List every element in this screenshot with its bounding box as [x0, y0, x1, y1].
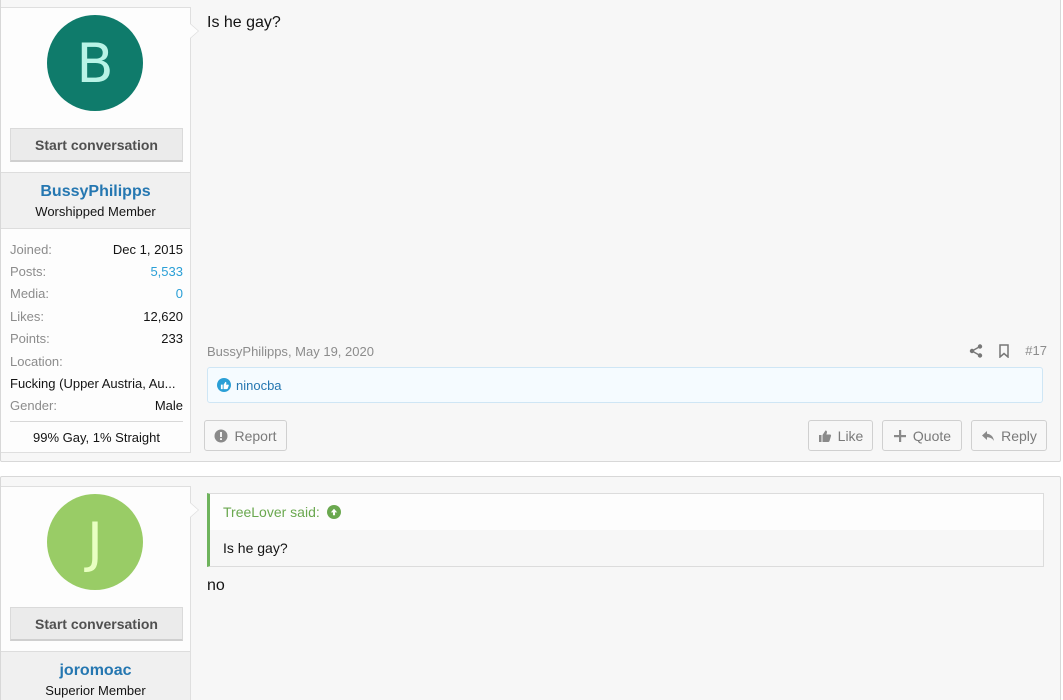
share-icon[interactable]: [969, 343, 983, 358]
stat-label: Likes:: [10, 308, 44, 324]
quote-button[interactable]: Quote: [882, 420, 962, 451]
start-conversation-button[interactable]: Start conversation: [10, 607, 183, 641]
user-title: Worshipped Member: [35, 204, 156, 219]
stat-label: Points:: [10, 331, 50, 347]
user-stats: Joined: Dec 1, 2015 Posts: 5,533 Media: …: [10, 238, 183, 445]
arrow-up-icon[interactable]: [326, 505, 341, 519]
user-info-panel: B Start conversation BussyPhilipps Worsh…: [1, 7, 199, 453]
post-number-link[interactable]: #17: [1025, 343, 1047, 358]
stat-likes: Likes: 12,620: [10, 305, 183, 327]
stat-posts: Posts: 5,533: [10, 260, 183, 282]
post-top-actions: #17: [969, 343, 1047, 358]
post-author-link[interactable]: BussyPhilipps: [207, 344, 288, 359]
stat-label: Posts:: [10, 264, 47, 280]
post-meta: BussyPhilipps, May 19, 2020: [207, 344, 374, 359]
stat-value: 233: [161, 331, 183, 347]
quote-block: TreeLover said: Is he gay?: [207, 493, 1044, 567]
stat-media: Media: 0: [10, 283, 183, 305]
avatar-letter: J: [87, 510, 103, 574]
stat-label: Location:: [10, 353, 63, 369]
stat-value: 12,620: [143, 308, 183, 324]
reply-arrow-icon: [981, 429, 995, 443]
report-label: Report: [234, 427, 277, 444]
posts-count-link[interactable]: 5,533: [150, 264, 183, 279]
avatar-letter: B: [76, 31, 114, 95]
stat-location-label: Location:: [10, 350, 183, 372]
stat-label: Media:: [10, 286, 50, 302]
post-date-link[interactable]: May 19, 2020: [295, 344, 374, 359]
custom-user-field: 99% Gay, 1% Straight: [10, 420, 183, 445]
avatar[interactable]: B: [47, 15, 143, 111]
reactions-bar: ninocba: [207, 367, 1043, 403]
warning-icon: [214, 429, 228, 443]
user-header: joromoac Superior Member: [1, 651, 190, 700]
user-panel-arrow-fill: [190, 503, 198, 517]
thumbs-up-icon: [818, 429, 832, 443]
stat-value: Dec 1, 2015: [112, 241, 183, 257]
user-info-panel: J Start conversation joromoac Superior M…: [1, 486, 199, 700]
stat-location-value: Fucking (Upper Austria, Au...: [10, 375, 176, 391]
stat-gender: Gender: Male: [10, 394, 183, 416]
post-message: Is he gay?: [207, 14, 281, 31]
like-button[interactable]: Like: [808, 420, 873, 451]
user-header: BussyPhilipps Worshipped Member: [1, 172, 190, 229]
plus-icon: [893, 429, 907, 443]
user-panel-arrow-fill: [190, 24, 198, 38]
stat-label: Joined:: [10, 241, 52, 257]
stat-value: Male: [154, 398, 183, 414]
report-button[interactable]: Report: [204, 420, 287, 451]
media-count-link[interactable]: 0: [176, 286, 183, 301]
like-reaction-icon: [217, 378, 231, 392]
username-link[interactable]: BussyPhilipps: [1, 183, 190, 201]
avatar[interactable]: J: [47, 494, 143, 590]
username-link[interactable]: joromoac: [1, 662, 190, 680]
post-message: no: [207, 577, 225, 594]
reply-button[interactable]: Reply: [971, 420, 1047, 451]
reaction-user-link[interactable]: ninocba: [236, 378, 282, 393]
reply-label: Reply: [1001, 427, 1037, 444]
like-label: Like: [837, 427, 864, 444]
quote-header: TreeLover said:: [210, 494, 1043, 530]
start-conversation-button[interactable]: Start conversation: [10, 128, 183, 162]
stat-label: Gender:: [10, 398, 57, 414]
stat-points: Points: 233: [10, 328, 183, 350]
quote-label: Quote: [912, 427, 952, 444]
user-title: Superior Member: [45, 683, 146, 698]
stat-joined: Joined: Dec 1, 2015: [10, 238, 183, 260]
bookmark-icon[interactable]: [997, 343, 1011, 358]
quote-author-link[interactable]: TreeLover said:: [223, 504, 320, 520]
quote-content: Is he gay?: [223, 540, 288, 556]
